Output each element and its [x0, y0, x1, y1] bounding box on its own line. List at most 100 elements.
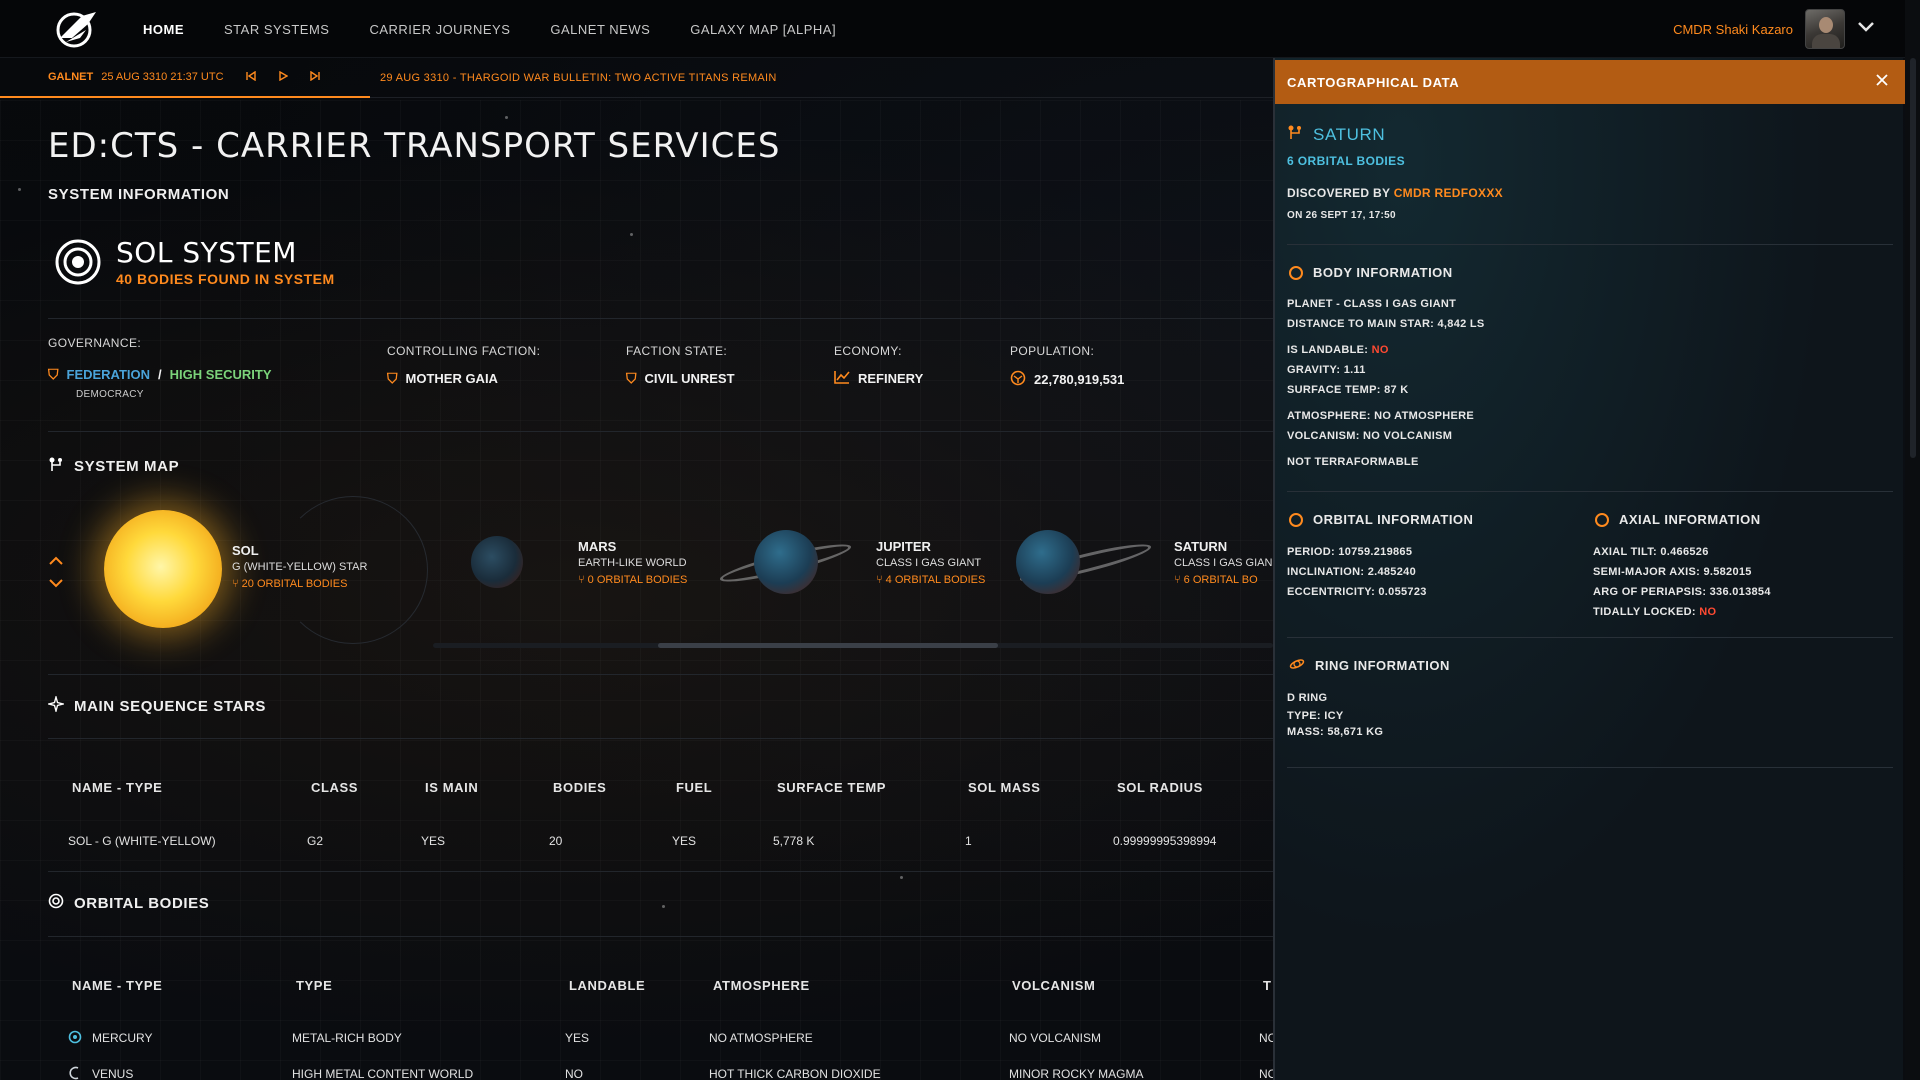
- body-label-saturn[interactable]: SATURN CLASS I GAS GIAN ⑂ 6 ORBITAL BO: [1174, 538, 1273, 589]
- atmosphere-row: ATMOSPHERE: NO ATMOSPHERE: [1287, 410, 1474, 422]
- ticker-date: 25 AUG 3310 21:37 UTC: [101, 71, 224, 83]
- table-cell: 20: [549, 834, 563, 848]
- body-label-jupiter[interactable]: JUPITER CLASS I GAS GIANT ⑂ 4 ORBITAL BO…: [876, 538, 985, 589]
- avatar[interactable]: [1805, 9, 1845, 49]
- nav-carrier-journeys[interactable]: CARRIER JOURNEYS: [369, 22, 510, 37]
- column-header[interactable]: SURFACE TEMP: [777, 780, 886, 795]
- orbital-bodies-count: 6 ORBITAL BODIES: [1287, 154, 1405, 168]
- divider: [48, 871, 1273, 872]
- orbital-information-heading: ORBITAL INFORMATION: [1289, 512, 1473, 527]
- chevron-up-icon[interactable]: [48, 552, 64, 574]
- volcanism-row: VOLCANISM: NO VOLCANISM: [1287, 430, 1452, 442]
- body-type: CLASS I GAS GIAN: [1174, 557, 1273, 569]
- jupiter-planet-image[interactable]: [754, 530, 818, 594]
- background-star: [18, 188, 21, 191]
- mars-planet-image[interactable]: [471, 536, 523, 588]
- column-header[interactable]: NAME - TYPE: [72, 978, 162, 993]
- landable-row: IS LANDABLE: NO: [1287, 344, 1389, 356]
- chevron-down-icon[interactable]: [48, 574, 64, 596]
- nav-galaxy-map[interactable]: GALAXY MAP [ALPHA]: [690, 22, 836, 37]
- nav-star-systems[interactable]: STAR SYSTEMS: [224, 22, 329, 37]
- sparkle-icon: [46, 694, 66, 717]
- column-header[interactable]: TYPE: [296, 978, 332, 993]
- table-cell: SOL - G (WHITE-YELLOW): [68, 834, 216, 848]
- planet-type: PLANET - CLASS I GAS GIANT: [1287, 298, 1457, 310]
- volcanism-value: NO VOLCANISM: [1363, 430, 1453, 442]
- previous-icon[interactable]: [245, 70, 256, 84]
- scrollbar-thumb[interactable]: [658, 643, 998, 648]
- faction-value: ⛉ MOTHER GAIA: [387, 370, 540, 387]
- divider: [48, 936, 1273, 937]
- table-cell: VENUS: [92, 1067, 134, 1080]
- user-name[interactable]: CMDR Shaki Kazaro: [1673, 22, 1793, 37]
- ticker-message[interactable]: 29 AUG 3310 - THARGOID WAR BULLETIN: TWO…: [380, 72, 777, 84]
- column-header[interactable]: IS MAIN: [425, 780, 478, 795]
- bodies-found: 40 BODIES FOUND IN SYSTEM: [116, 271, 335, 287]
- user-menu[interactable]: CMDR Shaki Kazaro: [1673, 8, 1875, 50]
- table-cell: YES: [672, 834, 697, 848]
- column-header[interactable]: LANDABLE: [569, 978, 645, 993]
- discovered-by: DISCOVERED BY CMDR REDFOXXX: [1287, 186, 1503, 200]
- divider: [48, 738, 1273, 739]
- ring-type-value: ICY: [1324, 710, 1344, 722]
- nav-galnet-news[interactable]: GALNET NEWS: [550, 22, 650, 37]
- column-header[interactable]: SOL MASS: [968, 780, 1040, 795]
- discoverer-link[interactable]: CMDR REDFOXXX: [1394, 186, 1503, 200]
- main-content: ED:CTS - CARRIER TRANSPORT SERVICES SYST…: [46, 98, 1273, 1080]
- galnet-ticker: GALNET 25 AUG 3310 21:37 UTC 29 AUG 3310…: [0, 58, 1273, 98]
- tidally-locked-row: TIDALLY LOCKED: NO: [1593, 606, 1716, 618]
- orbital-bodies-heading: ORBITAL BODIES: [48, 893, 209, 914]
- periapsis-value: 336.013854: [1709, 586, 1771, 598]
- axial-tilt-label: AXIAL TILT:: [1593, 546, 1657, 558]
- discovered-on: ON 26 SEPT 17, 17:50: [1287, 210, 1396, 221]
- atmosphere-value: NO ATMOSPHERE: [1374, 410, 1474, 422]
- divider: [1287, 244, 1893, 245]
- atmosphere-label: ATMOSPHERE:: [1287, 410, 1371, 422]
- next-icon[interactable]: [309, 70, 320, 84]
- eccentricity-value: 0.055723: [1378, 586, 1427, 598]
- inclination-value: 2.485240: [1367, 566, 1416, 578]
- saturn-planet-image[interactable]: [1016, 530, 1080, 594]
- column-header[interactable]: SOL RADIUS: [1117, 780, 1203, 795]
- ring-information-label: RING INFORMATION: [1315, 658, 1450, 673]
- federation-link[interactable]: FEDERATION: [67, 367, 151, 382]
- column-header[interactable]: BODIES: [553, 780, 606, 795]
- body-type: EARTH-LIKE WORLD: [578, 557, 687, 569]
- column-header[interactable]: ATMOSPHERE: [713, 978, 810, 993]
- column-header[interactable]: NAME - TYPE: [72, 780, 162, 795]
- system-name: SOL SYSTEM: [116, 236, 297, 269]
- close-icon[interactable]: [1875, 72, 1889, 90]
- state-label: FACTION STATE:: [626, 344, 728, 358]
- body-label-sol[interactable]: SOL G (WHITE-YELLOW) STAR ⑂ 20 ORBITAL B…: [232, 542, 367, 593]
- periapsis-label: ARG OF PERIAPSIS:: [1593, 586, 1707, 598]
- app-logo-icon[interactable]: [52, 8, 100, 50]
- column-header[interactable]: CLASS: [311, 780, 358, 795]
- system-map-scrollbar[interactable]: [433, 643, 1273, 648]
- surface-temp-value: 87 K: [1384, 384, 1409, 396]
- mercury-icon: [68, 1030, 82, 1049]
- column-header[interactable]: VOLCANISM: [1012, 978, 1095, 993]
- population-count: 22,780,919,531: [1034, 372, 1125, 387]
- body-label-mars[interactable]: MARS EARTH-LIKE WORLD ⑂ 0 ORBITAL BODIES: [578, 538, 687, 589]
- circle-icon: [1289, 265, 1303, 280]
- nav-home[interactable]: HOME: [143, 22, 184, 37]
- system-map-label: SYSTEM MAP: [74, 458, 180, 475]
- system-map-icon: [48, 456, 64, 477]
- chevron-down-icon[interactable]: [1857, 20, 1875, 38]
- economy-value: REFINERY: [834, 370, 923, 387]
- column-header[interactable]: FUEL: [676, 780, 712, 795]
- play-icon[interactable]: [278, 70, 288, 84]
- body-name: SATURN: [1313, 124, 1386, 144]
- distance-label: DISTANCE TO MAIN STAR:: [1287, 318, 1435, 330]
- distance-row: DISTANCE TO MAIN STAR: 4,842 LS: [1287, 318, 1485, 330]
- sol-star-image[interactable]: [104, 510, 222, 628]
- axial-tilt-value: 0.466526: [1660, 546, 1709, 558]
- ticker-label: GALNET: [48, 71, 94, 83]
- divider: [48, 431, 1273, 432]
- column-header[interactable]: T: [1263, 978, 1272, 993]
- cartographical-data-panel: CARTOGRAPHICAL DATA SATURN 6 ORBITAL BOD…: [1273, 58, 1905, 1080]
- page-scrollbar-thumb[interactable]: [1910, 58, 1916, 458]
- surface-temp-label: SURFACE TEMP:: [1287, 384, 1381, 396]
- faction-name[interactable]: MOTHER GAIA: [406, 371, 498, 386]
- table-cell: MINOR ROCKY MAGMA: [1009, 1067, 1144, 1080]
